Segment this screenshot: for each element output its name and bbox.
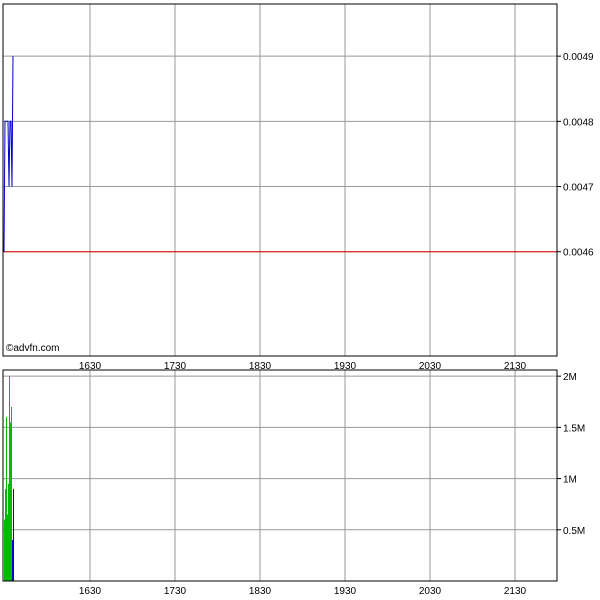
price-y-tick-label: 0.0049 bbox=[563, 52, 594, 63]
price-panel: 1630 1730 1830 1930 2030 21300.00490.00480.00… bbox=[2, 3, 594, 372]
volume-y-tick-label: 1.5M bbox=[563, 423, 585, 434]
volume-x-tick-label: 1730 bbox=[164, 586, 187, 597]
volume-x-tick-label: 1630 bbox=[79, 586, 102, 597]
price-y-tick-label: 0.0047 bbox=[563, 183, 594, 194]
volume-panel: 1630 1730 1830 1930 2030 2130 2M 1.5M 1M 0.5M bbox=[2, 369, 585, 597]
volume-x-tick-label: 1830 bbox=[249, 586, 272, 597]
stock-chart: 1630 1730 1830 1930 2030 2130 0.0049 0.0048 0.00… bbox=[2, 3, 594, 597]
price-y-tick-label: 0.0046 bbox=[563, 248, 594, 259]
price-y-tick-label: 0.0048 bbox=[563, 117, 594, 128]
price-plot-area bbox=[3, 4, 557, 356]
volume-x-tick-label: 2030 bbox=[419, 586, 442, 597]
volume-y-tick-label: 2M bbox=[563, 372, 577, 383]
volume-plot-area bbox=[3, 370, 557, 581]
volume-x-tick-label: 1930 bbox=[334, 586, 357, 597]
volume-y-tick-label: 1M bbox=[563, 475, 577, 486]
advfn-watermark: ©advfn.com bbox=[6, 343, 60, 354]
volume-x-tick-label: 2130 bbox=[504, 586, 527, 597]
volume-y-tick-label: 0.5M bbox=[563, 526, 585, 537]
